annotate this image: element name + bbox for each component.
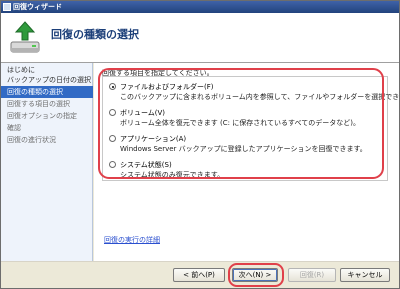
option-description: システム状態のみ復元できます。 bbox=[120, 171, 225, 179]
sidebar-item-label: はじめに bbox=[7, 66, 35, 74]
help-link[interactable]: 回復の実行の詳細 bbox=[104, 235, 160, 245]
page-title: 回復の種類の選択 bbox=[51, 28, 139, 41]
window-title: 回復ウィザード bbox=[13, 3, 62, 11]
sidebar-item-label: 回復オプションの指定 bbox=[7, 112, 77, 120]
sidebar-item-select-backup-date: バックアップの日付の選択 bbox=[7, 74, 91, 86]
cancel-button[interactable]: キャンセル bbox=[340, 268, 390, 282]
option-description: このバックアップに含まれるボリューム内を参照して、ファイルやフォルダーを選択でき… bbox=[120, 93, 400, 101]
recovery-wizard-icon bbox=[10, 21, 40, 53]
sidebar-item-label: バックアップの日付の選択 bbox=[7, 76, 91, 84]
sidebar-item-confirmation: 確認 bbox=[7, 122, 91, 134]
sidebar-item-label: 回復の種類の選択 bbox=[7, 88, 63, 96]
recovery-type-options: ファイルおよびフォルダー(F) このバックアップに含まれるボリューム内を参照して… bbox=[102, 76, 400, 184]
option-label: システム状態(S) bbox=[120, 161, 172, 169]
recovery-wizard-window: 回復ウィザード 回復の種類の選択 はじめに バックアップの日付の選択 回復の種類… bbox=[0, 0, 400, 289]
wizard-content: 回復する項目を指定してください。 ファイルおよびフォルダー(F) このバックアッ… bbox=[94, 63, 400, 261]
sidebar-item-select-items: 回復する項目の選択 bbox=[7, 98, 91, 110]
back-button[interactable]: < 前へ(P) bbox=[173, 268, 225, 282]
option-description: ボリューム全体を復元できます (C: に保存されているすべてのデータなど)。 bbox=[120, 119, 360, 127]
option-system-state[interactable]: システム状態(S) システム状態のみ復元できます。 bbox=[109, 160, 385, 184]
wizard-steps-sidebar: はじめに バックアップの日付の選択 回復の種類の選択 回復する項目の選択 回復オ… bbox=[1, 63, 93, 261]
sidebar-item-recovery-progress: 回復の進行状況 bbox=[7, 134, 91, 146]
option-label: アプリケーション(A) bbox=[120, 135, 187, 143]
sidebar-item-recovery-options: 回復オプションの指定 bbox=[7, 110, 91, 122]
radio-files-and-folders[interactable] bbox=[109, 83, 116, 90]
next-button[interactable]: 次へ(N) > bbox=[232, 268, 278, 282]
radio-applications[interactable] bbox=[109, 135, 116, 142]
option-label: ファイルおよびフォルダー(F) bbox=[120, 83, 214, 91]
recover-button[interactable]: 回復(R) bbox=[288, 268, 336, 282]
sidebar-item-select-recovery-type: 回復の種類の選択 bbox=[1, 86, 93, 98]
option-volumes[interactable]: ボリューム(V) ボリューム全体を復元できます (C: に保存されているすべての… bbox=[109, 108, 385, 132]
sidebar-item-label: 確認 bbox=[7, 124, 21, 132]
wizard-app-icon bbox=[3, 3, 11, 11]
wizard-header: 回復の種類の選択 bbox=[1, 13, 399, 63]
title-bar: 回復ウィザード bbox=[1, 1, 399, 13]
option-label: ボリューム(V) bbox=[120, 109, 166, 117]
sidebar-item-label: 回復の進行状況 bbox=[7, 136, 56, 144]
option-files-and-folders[interactable]: ファイルおよびフォルダー(F) このバックアップに含まれるボリューム内を参照して… bbox=[109, 82, 400, 106]
option-applications[interactable]: アプリケーション(A) Windows Server バックアップに登録したアプ… bbox=[109, 134, 385, 158]
sidebar-item-label: 回復する項目の選択 bbox=[7, 100, 70, 108]
wizard-footer: < 前へ(P) 次へ(N) > 回復(R) キャンセル bbox=[1, 261, 399, 288]
radio-system-state[interactable] bbox=[109, 161, 116, 168]
option-description: Windows Server バックアップに登録したアプリケーションを回復できま… bbox=[120, 145, 367, 153]
radio-volumes[interactable] bbox=[109, 109, 116, 116]
